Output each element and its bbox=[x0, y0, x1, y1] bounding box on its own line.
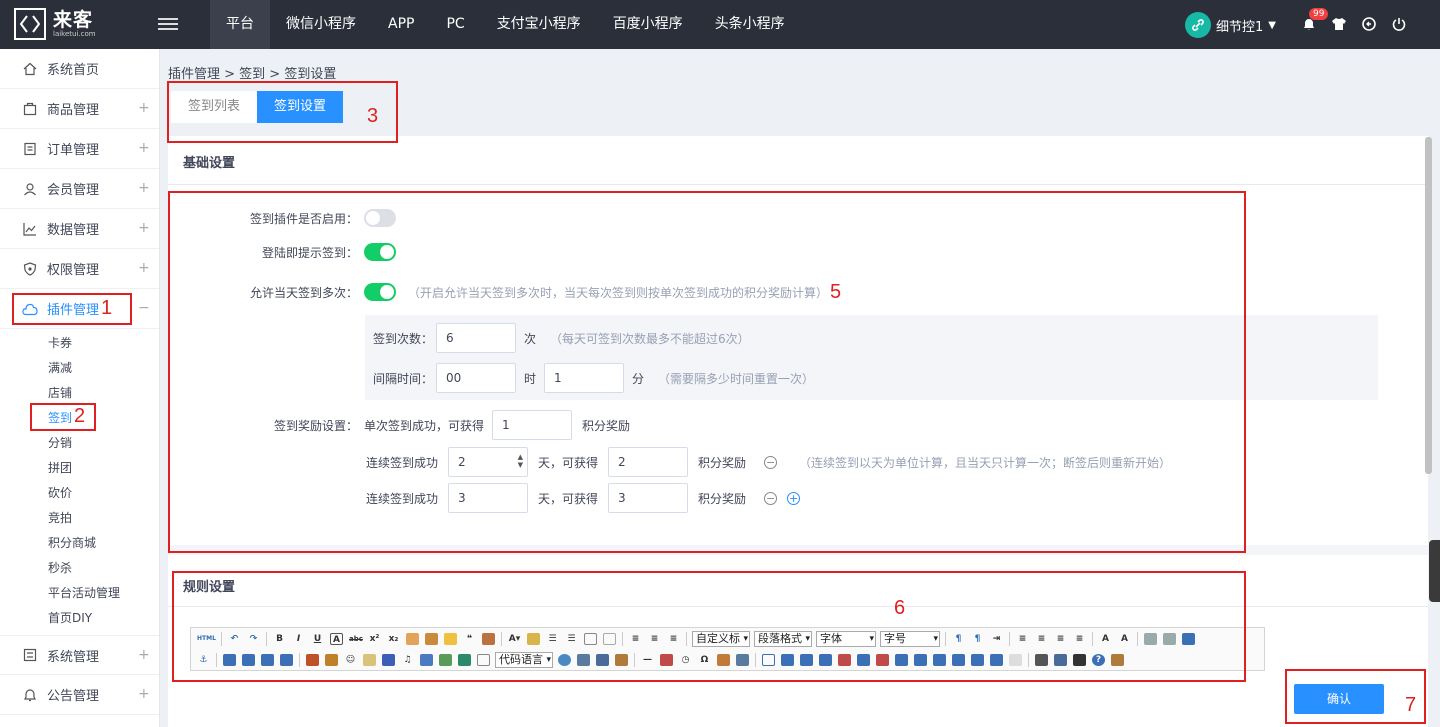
submenu-item-flash-sale[interactable]: 秒杀 bbox=[0, 556, 159, 581]
topnav-alipay[interactable]: 支付宝小程序 bbox=[481, 0, 597, 49]
scroll-indicator bbox=[1429, 540, 1440, 602]
basic-settings-title: 基础设置 bbox=[183, 156, 236, 171]
annotation-box-1 bbox=[12, 293, 132, 325]
shield-icon bbox=[22, 261, 38, 277]
sidebar-item-label: 系统管理 bbox=[47, 649, 100, 665]
annotation-number-2: 2 bbox=[74, 405, 86, 427]
sidebar-item-goods[interactable]: 商品管理 + bbox=[0, 89, 159, 129]
expand-plus-icon[interactable]: + bbox=[138, 647, 150, 663]
sidebar-item-label: 权限管理 bbox=[47, 263, 100, 278]
sidebar-item-label: 数据管理 bbox=[47, 223, 100, 238]
sidebar-item-label: 商品管理 bbox=[47, 103, 100, 118]
submenu-item-distribution[interactable]: 分销 bbox=[0, 431, 159, 456]
topnav-baidu[interactable]: 百度小程序 bbox=[597, 0, 699, 49]
expand-plus-icon[interactable]: + bbox=[138, 100, 150, 116]
sidebar-item-members[interactable]: 会员管理 + bbox=[0, 169, 159, 209]
logo-mark-icon bbox=[14, 8, 46, 40]
submenu-item-homepage-diy[interactable]: 首页DIY bbox=[0, 606, 159, 631]
power-icon[interactable] bbox=[1388, 13, 1410, 35]
annotation-number-7: 7 bbox=[1405, 694, 1417, 716]
top-bar: 来客 laiketui.com 平台 微信小程序 APP PC 支付宝小程序 百… bbox=[0, 0, 1440, 49]
annotation-number-1: 1 bbox=[101, 297, 113, 319]
logo[interactable]: 来客 laiketui.com bbox=[14, 8, 96, 40]
submenu-item-platform-activity[interactable]: 平台活动管理 bbox=[0, 581, 159, 606]
submenu-item-coupon[interactable]: 卡券 bbox=[0, 331, 159, 356]
breadcrumb: 插件管理 > 签到 > 签到设置 bbox=[168, 67, 337, 82]
topnav-toutiao[interactable]: 头条小程序 bbox=[699, 0, 801, 49]
annotation-box-3 bbox=[167, 81, 398, 143]
sidebar-item-label: 系统首页 bbox=[47, 63, 100, 78]
sidebar: 系统首页 商品管理 + 订单管理 + 会员管理 + 数据管理 + 权限管理 + … bbox=[0, 49, 160, 727]
top-nav: 平台 微信小程序 APP PC 支付宝小程序 百度小程序 头条小程序 bbox=[210, 0, 801, 49]
sidebar-item-system[interactable]: 系统管理 + bbox=[0, 635, 159, 675]
submenu-item-auction[interactable]: 竞拍 bbox=[0, 506, 159, 531]
bell-icon bbox=[22, 687, 38, 703]
vertical-scrollbar[interactable] bbox=[1425, 137, 1432, 474]
collapse-minus-icon[interactable]: − bbox=[138, 300, 150, 316]
chart-icon bbox=[22, 221, 38, 237]
link-icon bbox=[1185, 12, 1211, 38]
submenu-item-points-mall[interactable]: 积分商城 bbox=[0, 531, 159, 556]
goods-icon bbox=[22, 101, 38, 117]
sidebar-item-label: 订单管理 bbox=[47, 143, 100, 158]
brand-url: laiketui.com bbox=[53, 29, 96, 38]
annotation-number-6: 6 bbox=[894, 597, 906, 619]
submenu-item-group-buy[interactable]: 拼团 bbox=[0, 456, 159, 481]
topnav-platform[interactable]: 平台 bbox=[210, 0, 270, 49]
settings-icon bbox=[22, 647, 38, 663]
expand-plus-icon[interactable]: + bbox=[138, 260, 150, 276]
user-menu[interactable]: 细节控1 ▼ bbox=[1185, 12, 1276, 38]
sidebar-item-permissions[interactable]: 权限管理 + bbox=[0, 249, 159, 289]
chevron-down-icon: ▼ bbox=[1268, 19, 1276, 31]
annotation-number-3: 3 bbox=[367, 105, 379, 127]
expand-plus-icon[interactable]: + bbox=[138, 180, 150, 196]
topnav-app[interactable]: APP bbox=[372, 0, 430, 49]
expand-plus-icon[interactable]: + bbox=[138, 686, 150, 702]
expand-plus-icon[interactable]: + bbox=[138, 140, 150, 156]
menu-toggle-icon[interactable] bbox=[158, 15, 178, 33]
brand-name: 来客 bbox=[53, 8, 94, 31]
sidebar-item-announcements[interactable]: 公告管理 + bbox=[0, 675, 159, 715]
sidebar-item-home[interactable]: 系统首页 bbox=[0, 49, 159, 89]
member-icon bbox=[22, 181, 38, 197]
user-name: 细节控1 bbox=[1216, 19, 1264, 35]
annotation-box-5 bbox=[168, 191, 1246, 553]
shirt-icon[interactable] bbox=[1328, 13, 1350, 35]
notification-bell-icon[interactable]: 99 bbox=[1298, 8, 1329, 35]
sidebar-item-label: 公告管理 bbox=[47, 689, 100, 704]
back-circle-icon[interactable] bbox=[1358, 13, 1380, 35]
expand-plus-icon[interactable]: + bbox=[138, 220, 150, 236]
submenu-item-discount[interactable]: 满减 bbox=[0, 356, 159, 381]
sidebar-item-orders[interactable]: 订单管理 + bbox=[0, 129, 159, 169]
plugin-submenu: 卡券 满减 店铺 签到 分销 拼团 砍价 竞拍 积分商城 秒杀 平台活动管理 首… bbox=[0, 329, 159, 635]
topnav-pc[interactable]: PC bbox=[430, 0, 480, 49]
annotation-number-5: 5 bbox=[830, 281, 842, 303]
divider bbox=[168, 184, 1428, 185]
topnav-wechat[interactable]: 微信小程序 bbox=[270, 0, 372, 49]
notification-badge: 99 bbox=[1309, 8, 1329, 20]
sidebar-item-label: 会员管理 bbox=[47, 183, 100, 198]
annotation-box-6 bbox=[172, 571, 1246, 682]
home-icon bbox=[22, 61, 38, 77]
sidebar-item-data[interactable]: 数据管理 + bbox=[0, 209, 159, 249]
annotation-box-2 bbox=[30, 403, 96, 431]
order-icon bbox=[22, 141, 38, 157]
submenu-item-bargain[interactable]: 砍价 bbox=[0, 481, 159, 506]
